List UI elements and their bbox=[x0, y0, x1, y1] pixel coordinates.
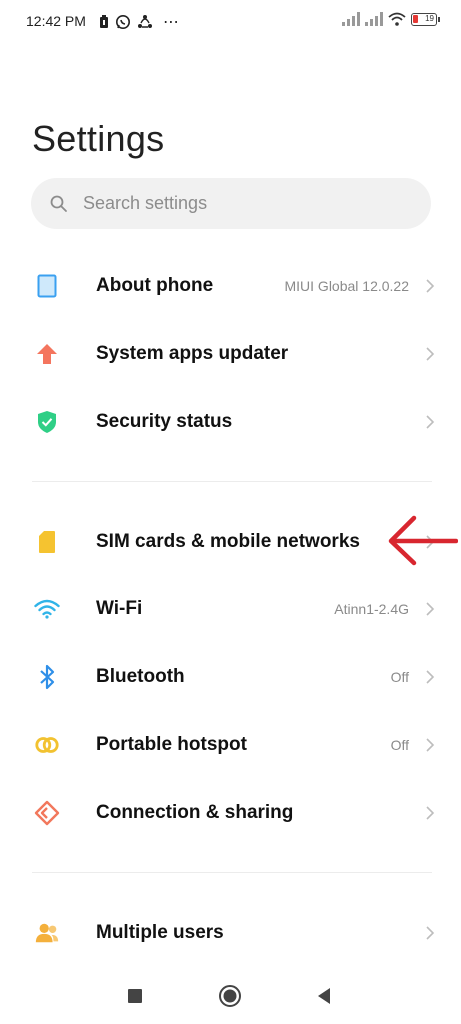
sync-icon bbox=[138, 15, 152, 28]
battery-icon: 19 bbox=[411, 12, 440, 26]
chevron-right-icon bbox=[426, 670, 435, 684]
settings-item-label: Bluetooth bbox=[96, 666, 185, 687]
settings-item-value: Atinn1-2.4G bbox=[334, 601, 409, 617]
chevron-right-icon bbox=[426, 415, 435, 429]
page-title: Settings bbox=[32, 118, 165, 159]
settings-item-value: Off bbox=[390, 669, 409, 685]
search-icon bbox=[50, 195, 67, 212]
section-divider bbox=[32, 872, 432, 873]
search-input[interactable]: Search settings bbox=[31, 178, 431, 229]
battery-level bbox=[413, 14, 418, 23]
settings-item-system-apps-updater[interactable]: System apps updater bbox=[0, 324, 461, 384]
signal-icon-2 bbox=[365, 12, 383, 26]
red-arrow-icon bbox=[388, 515, 458, 566]
back-icon[interactable] bbox=[310, 982, 338, 1010]
wifi-status-icon bbox=[388, 12, 406, 26]
settings-item-label: System apps updater bbox=[96, 343, 289, 364]
chevron-right-icon bbox=[426, 806, 435, 820]
settings-item-label: Security status bbox=[96, 411, 233, 432]
status-bar: 12:42 PM ⋯ 19 bbox=[0, 0, 461, 44]
settings-item-portable-hotspot[interactable]: Portable hotspot Off bbox=[0, 715, 461, 775]
chevron-right-icon bbox=[426, 347, 435, 361]
connection-icon bbox=[34, 800, 60, 826]
sim-card-icon bbox=[34, 529, 60, 555]
settings-item-multiple-users[interactable]: Multiple users bbox=[0, 903, 461, 963]
home-icon[interactable] bbox=[216, 982, 244, 1010]
settings-item-label: Connection & sharing bbox=[96, 802, 294, 823]
bluetooth-icon bbox=[34, 664, 60, 690]
settings-item-wifi[interactable]: Wi-Fi Atinn1-2.4G bbox=[0, 579, 461, 639]
section-divider bbox=[32, 481, 432, 482]
settings-item-connection-sharing[interactable]: Connection & sharing bbox=[0, 783, 461, 843]
search-placeholder: Search settings bbox=[83, 193, 208, 213]
settings-item-value: Off bbox=[390, 737, 409, 753]
settings-item-bluetooth[interactable]: Bluetooth Off bbox=[0, 647, 461, 707]
settings-item-label: Multiple users bbox=[96, 922, 224, 943]
settings-item-about-phone[interactable]: About phone MIUI Global 12.0.22 bbox=[0, 256, 461, 316]
system-icons: 19 bbox=[342, 12, 440, 26]
chevron-right-icon bbox=[426, 738, 435, 752]
phone-icon bbox=[34, 273, 60, 299]
settings-item-label: SIM cards & mobile networks bbox=[96, 531, 360, 552]
signal-icon-1 bbox=[342, 12, 360, 26]
shield-check-icon bbox=[34, 409, 60, 435]
chevron-right-icon bbox=[426, 602, 435, 616]
battery-percent: 19 bbox=[425, 13, 434, 23]
battery-saver-icon bbox=[100, 15, 108, 28]
settings-item-label: Wi-Fi bbox=[96, 598, 143, 619]
wifi-icon bbox=[34, 596, 60, 622]
chevron-right-icon bbox=[426, 279, 435, 293]
settings-item-label: About phone bbox=[96, 275, 214, 296]
settings-item-value: MIUI Global 12.0.22 bbox=[284, 278, 409, 294]
hotspot-icon bbox=[34, 732, 60, 758]
settings-item-label: Portable hotspot bbox=[96, 734, 247, 755]
recents-icon[interactable] bbox=[121, 982, 149, 1010]
more-notifications-icon: ⋯ bbox=[163, 14, 180, 31]
users-icon bbox=[34, 920, 60, 946]
whatsapp-icon bbox=[116, 15, 130, 29]
notification-icons: ⋯ bbox=[99, 12, 180, 32]
navigation-bar bbox=[0, 968, 461, 1024]
status-time: 12:42 PM bbox=[26, 13, 86, 29]
chevron-right-icon bbox=[426, 926, 435, 940]
arrow-up-icon bbox=[34, 341, 60, 367]
settings-item-security-status[interactable]: Security status bbox=[0, 392, 461, 452]
